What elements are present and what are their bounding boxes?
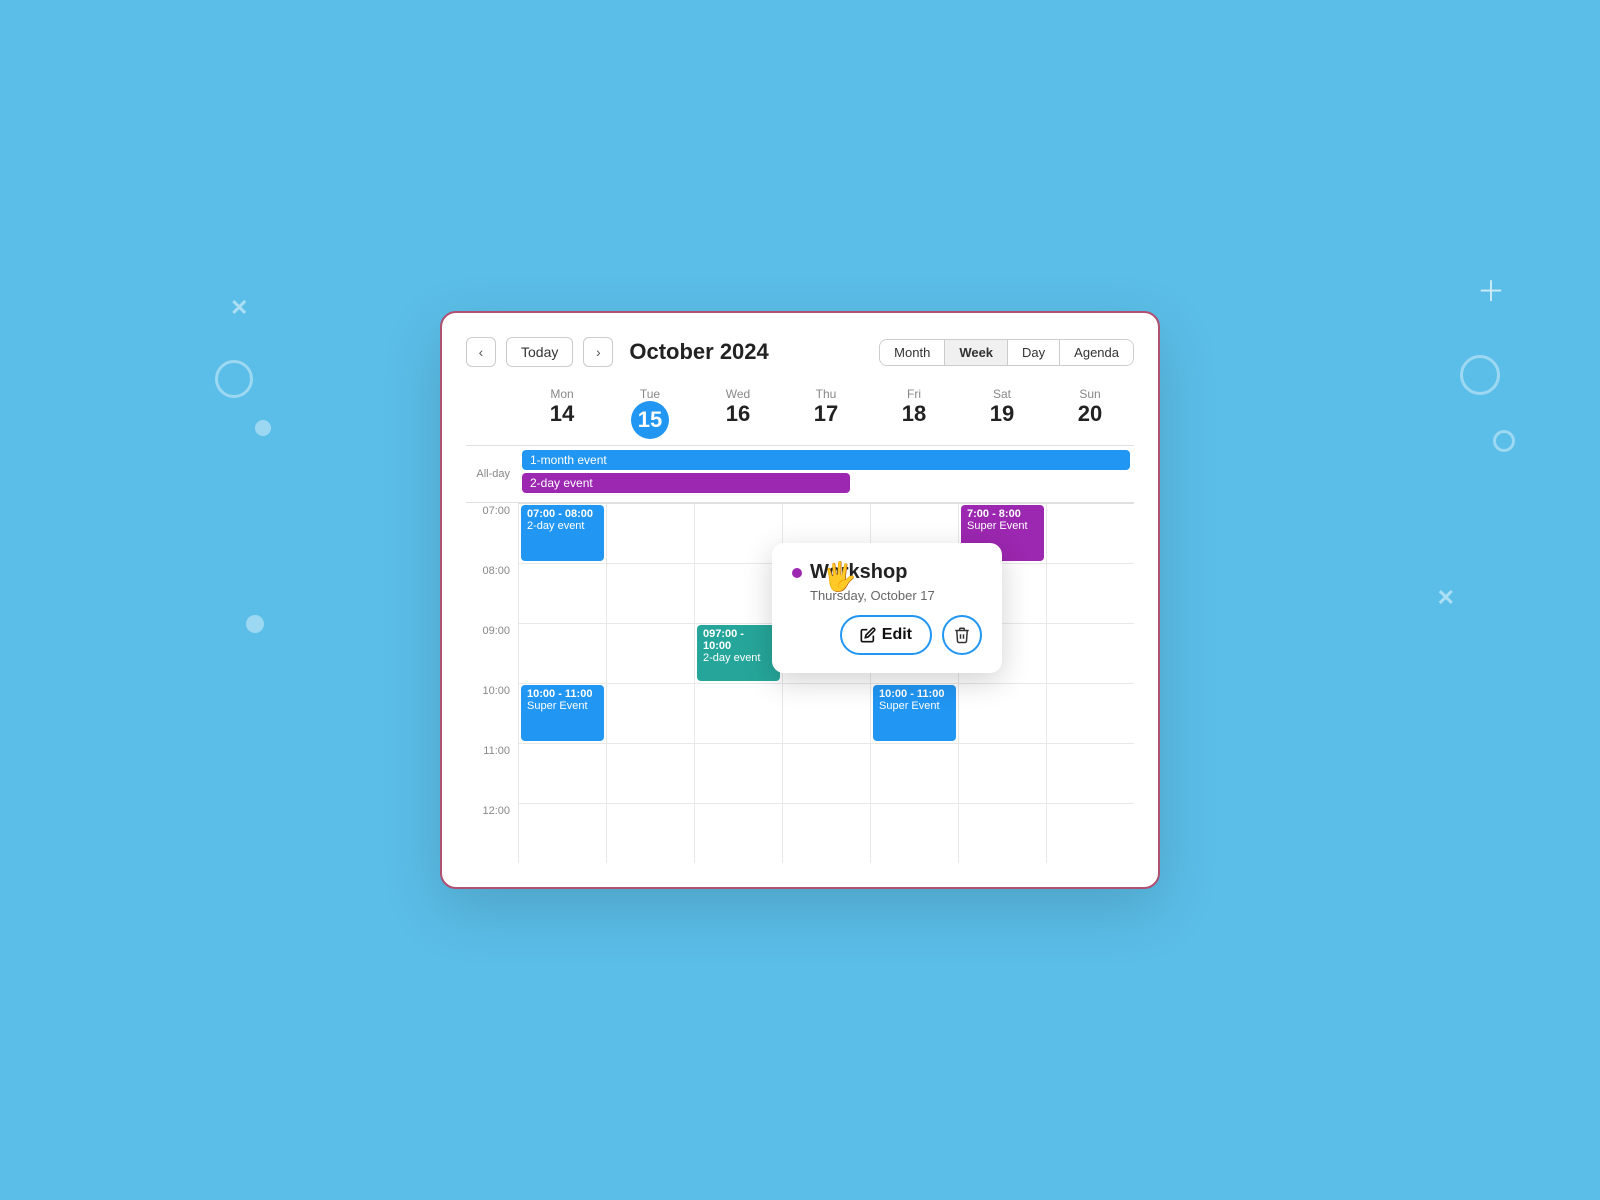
day-num-sat: 19 [958, 401, 1046, 427]
day-header-wed: Wed 16 [694, 387, 782, 445]
event-fri-super[interactable]: 10:00 - 11:00 Super Event [873, 685, 956, 741]
edit-icon [860, 627, 876, 643]
deco-ring-2 [1460, 355, 1500, 395]
time-1200: 12:00 [466, 803, 518, 863]
time-grid: 07:00 08:00 09:00 10:00 11:00 12:00 [466, 503, 1134, 863]
prev-button[interactable]: ‹ [466, 337, 496, 367]
day-num-tue-today: 15 [631, 401, 669, 439]
event-name: 2-day event [703, 652, 774, 664]
time-labels: 07:00 08:00 09:00 10:00 11:00 12:00 [466, 503, 518, 863]
day-header-sat: Sat 19 [958, 387, 1046, 445]
popup-actions: Edit [792, 615, 982, 655]
day-name-fri: Fri [870, 387, 958, 401]
popup-event-name: Workshop [792, 561, 982, 584]
event-time: 10:00 - 11:00 [527, 688, 598, 700]
event-name: Super Event [527, 700, 598, 712]
time-1100: 11:00 [466, 743, 518, 803]
view-week[interactable]: Week [945, 340, 1008, 365]
allday-events-area: 1-month event 2-day event [518, 446, 1134, 502]
day-header-sun: Sun 20 [1046, 387, 1134, 445]
calendar-title: October 2024 [629, 339, 869, 365]
today-button[interactable]: Today [506, 337, 573, 367]
trash-icon [953, 626, 971, 644]
day-name-mon: Mon [518, 387, 606, 401]
deco-x-1: ✕ [230, 295, 248, 321]
view-month[interactable]: Month [880, 340, 945, 365]
day-num-mon: 14 [518, 401, 606, 427]
deco-ring-3 [1493, 430, 1515, 452]
calendar-card: ‹ Today › October 2024 Month Week Day Ag… [440, 311, 1160, 889]
deco-x-2: ✕ [1437, 585, 1455, 611]
event-mon-super[interactable]: 10:00 - 11:00 Super Event [521, 685, 604, 741]
deco-dot-1 [255, 420, 271, 436]
grid-col-tue [606, 503, 694, 863]
view-agenda[interactable]: Agenda [1060, 340, 1133, 365]
delete-button[interactable] [942, 615, 982, 655]
view-switcher: Month Week Day Agenda [879, 339, 1134, 366]
day-num-wed: 16 [694, 401, 782, 427]
allday-label: All-day [466, 446, 518, 502]
popup-dot [792, 568, 802, 578]
event-time: 7:00 - 8:00 [967, 508, 1038, 520]
day-num-sun: 20 [1046, 401, 1134, 427]
day-num-thu: 17 [782, 401, 870, 427]
day-name-thu: Thu [782, 387, 870, 401]
time-0700: 07:00 [466, 503, 518, 563]
event-time: 07:00 - 08:00 [527, 508, 598, 520]
allday-event-1month[interactable]: 1-month event [522, 450, 1130, 470]
day-header-tue: Tue 15 [606, 387, 694, 445]
grid-col-wed: 097:00 - 10:00 2-day event [694, 503, 782, 863]
popup-date: Thursday, October 17 [792, 588, 982, 603]
grid-col-mon: 07:00 - 08:00 2-day event 10:00 - 11:00 … [518, 503, 606, 863]
allday-row: All-day 1-month event 2-day event [466, 445, 1134, 503]
event-name: Super Event [879, 700, 950, 712]
time-1000: 10:00 [466, 683, 518, 743]
event-mon-2day[interactable]: 07:00 - 08:00 2-day event [521, 505, 604, 561]
day-header-thu: Thu 17 [782, 387, 870, 445]
day-name-wed: Wed [694, 387, 782, 401]
grid-area: 07:00 - 08:00 2-day event 10:00 - 11:00 … [518, 503, 1134, 863]
day-header-fri: Fri 18 [870, 387, 958, 445]
deco-ring-1 [215, 360, 253, 398]
day-headers: Mon 14 Tue 15 Wed 16 Thu 17 Fri 18 Sat 1… [466, 387, 1134, 445]
day-name-sat: Sat [958, 387, 1046, 401]
day-num-fri: 18 [870, 401, 958, 427]
grid-col-sun [1046, 503, 1134, 863]
time-0800: 08:00 [466, 563, 518, 623]
event-wed-2day[interactable]: 097:00 - 10:00 2-day event [697, 625, 780, 681]
view-day[interactable]: Day [1008, 340, 1060, 365]
event-time: 097:00 - 10:00 [703, 628, 774, 652]
next-button[interactable]: › [583, 337, 613, 367]
edit-button[interactable]: Edit [840, 615, 932, 655]
corner-cell [466, 387, 518, 445]
calendar-header: ‹ Today › October 2024 Month Week Day Ag… [466, 337, 1134, 367]
day-name-tue: Tue [606, 387, 694, 401]
popup-title-text: Workshop [810, 561, 907, 584]
allday-event-2day[interactable]: 2-day event [522, 473, 850, 493]
time-0900: 09:00 [466, 623, 518, 683]
deco-plus-1: ＋ [1477, 270, 1505, 310]
day-name-sun: Sun [1046, 387, 1134, 401]
event-name: 2-day event [527, 520, 598, 532]
day-header-mon: Mon 14 [518, 387, 606, 445]
event-time: 10:00 - 11:00 [879, 688, 950, 700]
event-name: Super Event [967, 520, 1038, 532]
deco-dot-2 [246, 615, 264, 633]
popup-card: Workshop Thursday, October 17 Edit [772, 543, 1002, 673]
